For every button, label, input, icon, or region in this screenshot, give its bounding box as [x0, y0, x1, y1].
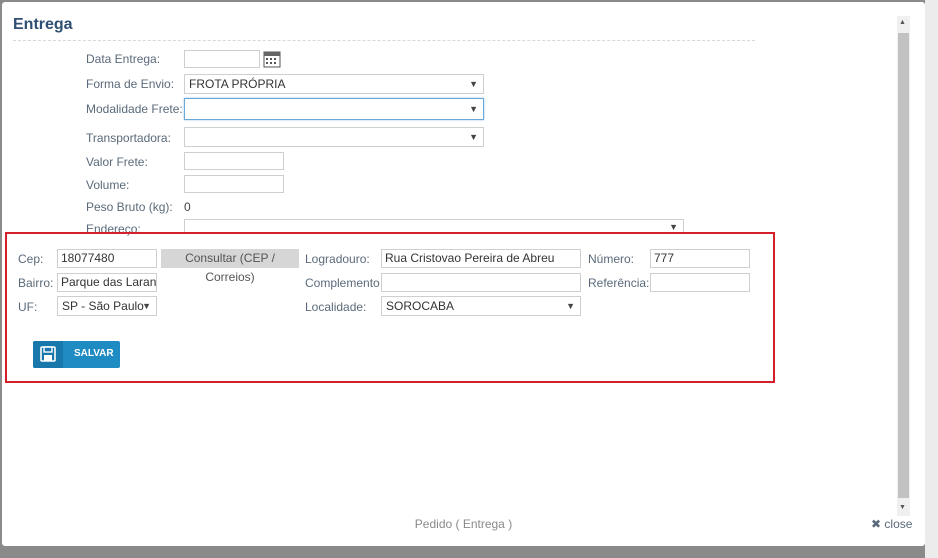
title-divider: [13, 40, 755, 41]
valor-frete-input[interactable]: [184, 152, 284, 170]
complemento-label: Complemento: [305, 276, 380, 290]
data-entrega-label: Data Entrega:: [86, 52, 161, 66]
localidade-label: Localidade:: [305, 300, 367, 314]
peso-bruto-label: Peso Bruto (kg):: [86, 200, 173, 214]
numero-input[interactable]: 777: [650, 249, 750, 268]
transportadora-select[interactable]: ▼: [184, 127, 484, 147]
localidade-value: SOROCABA: [386, 299, 455, 313]
referencia-label: Referência:: [588, 276, 650, 290]
modalidade-frete-select[interactable]: ▼: [184, 98, 484, 120]
scrollbar-thumb[interactable]: [898, 33, 909, 498]
scroll-down-icon[interactable]: ▼: [899, 504, 906, 511]
cep-label: Cep:: [18, 252, 44, 266]
localidade-select[interactable]: SOROCABA ▼: [381, 296, 581, 316]
chevron-down-icon: ▼: [469, 79, 478, 89]
uf-label: UF:: [18, 300, 38, 314]
bairro-input[interactable]: Parque das Laranjeiras: [57, 273, 157, 292]
scroll-up-icon[interactable]: ▲: [899, 19, 906, 26]
background-page-edge: [925, 0, 938, 558]
floppy-disk-icon: [33, 341, 63, 368]
data-entrega-input[interactable]: [184, 50, 260, 68]
volume-input[interactable]: [184, 175, 284, 193]
footer-title: Pedido ( Entrega ): [414, 517, 513, 531]
close-button[interactable]: ✖ close: [871, 517, 912, 531]
complemento-input[interactable]: [381, 273, 581, 292]
chevron-down-icon: ▼: [469, 104, 478, 114]
chevron-down-icon: ▼: [469, 132, 478, 142]
forma-envio-value: FROTA PRÓPRIA: [189, 77, 286, 91]
logradouro-input[interactable]: Rua Cristovao Pereira de Abreu: [381, 249, 581, 268]
forma-envio-select[interactable]: FROTA PRÓPRIA ▼: [184, 74, 484, 94]
salvar-label: SALVAR: [74, 348, 114, 359]
salvar-button[interactable]: SALVAR: [33, 341, 120, 368]
logradouro-label: Logradouro:: [305, 252, 370, 266]
modalidade-frete-label: Modalidade Frete:: [86, 102, 183, 116]
entrega-modal: Entrega Data Entrega: Forma de Envio: FR…: [2, 2, 925, 546]
valor-frete-label: Valor Frete:: [86, 155, 148, 169]
cep-input[interactable]: 18077480: [57, 249, 157, 268]
consultar-cep-button[interactable]: Consultar (CEP / Correios): [161, 249, 299, 284]
volume-label: Volume:: [86, 178, 130, 192]
referencia-input[interactable]: [650, 273, 750, 292]
chevron-down-icon: ▼: [566, 301, 575, 311]
close-x-icon: ✖: [871, 517, 882, 531]
bairro-label: Bairro:: [18, 276, 54, 290]
endereco-select[interactable]: ▼: [184, 219, 684, 233]
forma-envio-label: Forma de Envio:: [86, 77, 175, 91]
modal-scrollbar[interactable]: ▲ ▼: [897, 16, 910, 516]
modal-title: Entrega: [13, 16, 73, 33]
chevron-down-icon: ▼: [142, 301, 151, 311]
peso-bruto-value: 0: [184, 200, 191, 214]
transportadora-label: Transportadora:: [86, 131, 171, 145]
calendar-icon[interactable]: [263, 50, 281, 68]
numero-label: Número:: [588, 252, 635, 266]
close-label: close: [884, 517, 913, 531]
uf-value: SP - São Paulo: [62, 299, 144, 313]
uf-select[interactable]: SP - São Paulo ▼: [57, 296, 157, 316]
